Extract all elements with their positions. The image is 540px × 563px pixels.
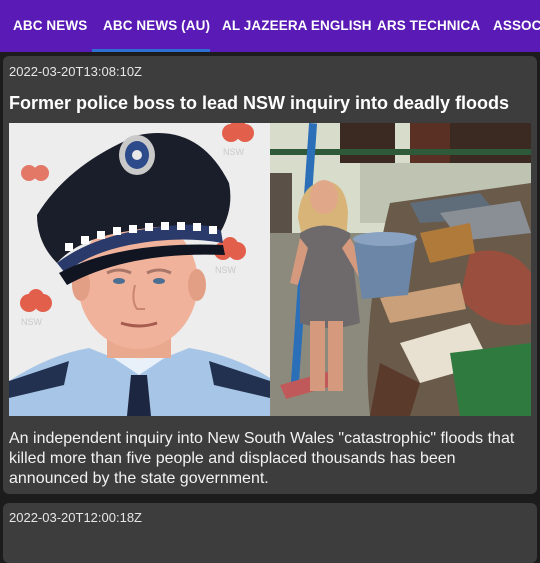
cap-badge: [119, 135, 155, 175]
tab-abc-news[interactable]: ABC NEWS: [13, 0, 87, 52]
tab-abc-news-au[interactable]: ABC NEWS (AU): [103, 0, 210, 52]
source-tab-bar: ABC NEWS ABC NEWS (AU) AL JAZEERA ENGLIS…: [0, 0, 540, 52]
article-timestamp: 2022-03-20T13:08:10Z: [9, 64, 142, 79]
tab-al-jazeera-english[interactable]: AL JAZEERA ENGLISH: [222, 0, 372, 52]
svg-text:NSW: NSW: [215, 265, 237, 275]
nsw-logo-text: NSW: [223, 147, 245, 157]
tab-associated[interactable]: ASSOCI: [493, 0, 540, 52]
svg-text:NSW: NSW: [21, 317, 43, 327]
article-summary: An independent inquiry into New South Wa…: [9, 430, 515, 487]
article-headline[interactable]: Former police boss to lead NSW inquiry i…: [9, 92, 535, 114]
article-card[interactable]: 2022-03-20T12:00:18Z: [3, 503, 537, 563]
selected-tab-indicator: [92, 49, 210, 52]
tab-ars-technica[interactable]: ARS TECHNICA: [377, 0, 480, 52]
flood-cleanup-photo: [270, 123, 531, 416]
article-timestamp: 2022-03-20T12:00:18Z: [9, 510, 142, 525]
article-card[interactable]: 2022-03-20T13:08:10Z Former police boss …: [3, 56, 537, 494]
police-commissioner-photo: NSW NSW NSW: [9, 123, 270, 416]
